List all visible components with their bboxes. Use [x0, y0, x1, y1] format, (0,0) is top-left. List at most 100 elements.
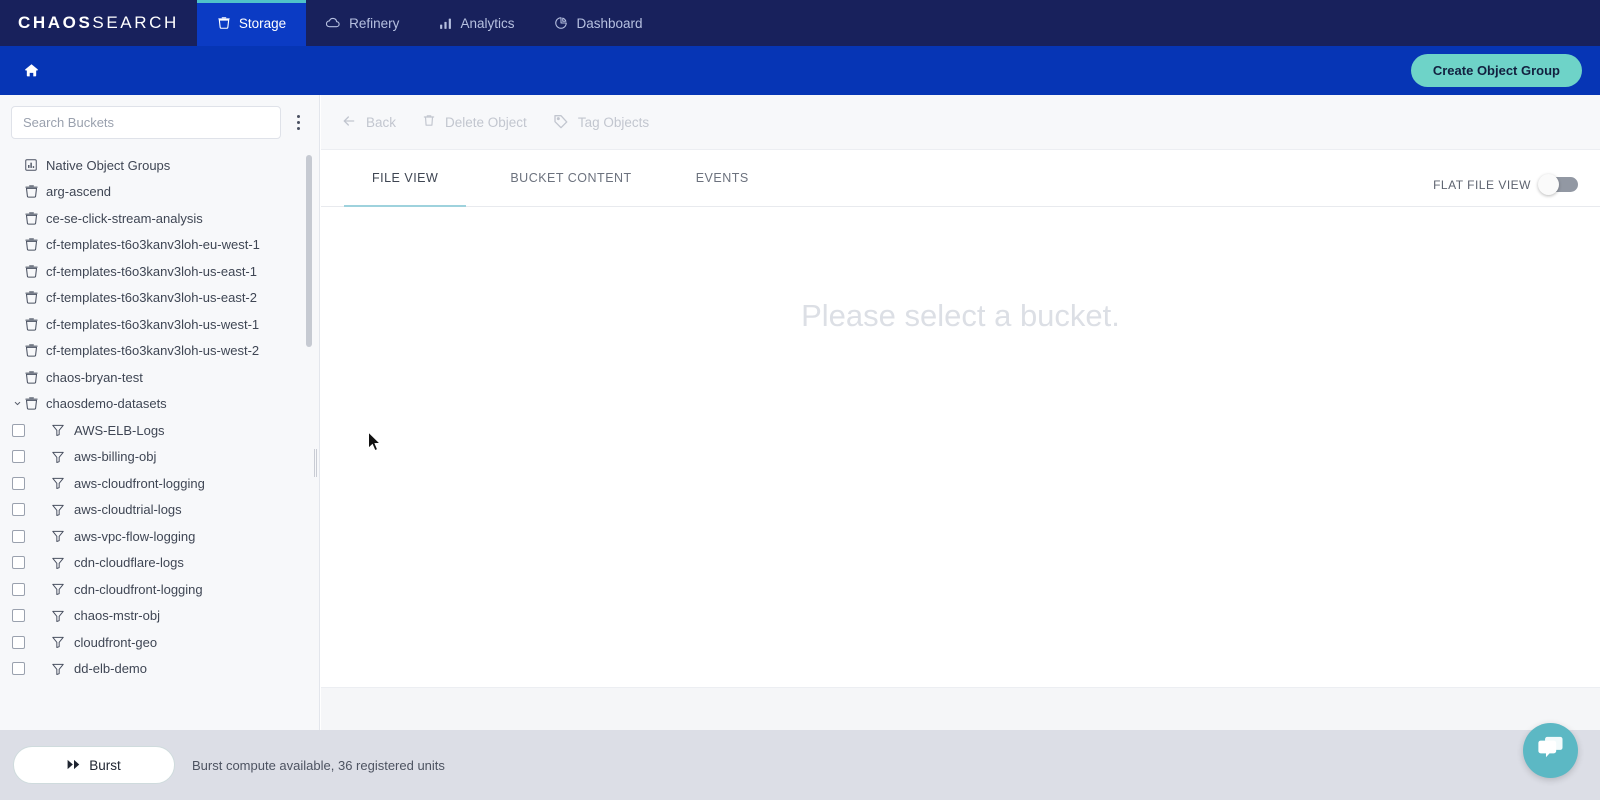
bucket-child-item[interactable]: dd-elb-demo — [0, 656, 319, 683]
bucket-child-item[interactable]: cdn-cloudflare-logs — [0, 550, 319, 577]
pie-chart-icon — [554, 16, 568, 30]
bucket-item-checkbox[interactable] — [12, 529, 25, 543]
filter-icon — [51, 529, 71, 543]
bucket-item-label: aws-billing-obj — [74, 449, 157, 465]
search-buckets-input[interactable] — [11, 106, 281, 139]
app-root: CHAOS SEARCH Storage Refinery Analytics … — [0, 0, 1600, 800]
bucket-item[interactable]: chaosdemo-datasets — [0, 391, 319, 418]
bucket-icon — [24, 396, 43, 411]
bucket-child-item[interactable]: cloudfront-geo — [0, 629, 319, 656]
bucket-item-label: aws-vpc-flow-logging — [74, 528, 196, 544]
bucket-item[interactable]: cf-templates-t6o3kanv3loh-us-west-2 — [0, 338, 319, 365]
bucket-item[interactable]: arg-ascend — [0, 179, 319, 206]
more-vertical-icon[interactable] — [287, 108, 309, 138]
chat-bubble-icon — [1537, 735, 1565, 766]
filter-icon — [51, 556, 71, 570]
bucket-icon — [24, 343, 43, 358]
home-icon[interactable] — [18, 58, 44, 84]
bucket-child-item[interactable]: cdn-cloudfront-logging — [0, 576, 319, 603]
chart-square-icon — [24, 158, 43, 172]
trash-icon — [422, 113, 436, 131]
filter-icon — [51, 423, 71, 437]
bucket-child-item[interactable]: chaos-mstr-obj — [0, 603, 319, 630]
flat-file-view-control: FLAT FILE VIEW — [1433, 174, 1578, 195]
bucket-child-item[interactable]: aws-billing-obj — [0, 444, 319, 471]
nav-tab-analytics-label: Analytics — [460, 15, 515, 31]
bucket-item-label: cf-templates-t6o3kanv3loh-us-west-2 — [46, 343, 260, 359]
toggle-knob — [1538, 174, 1559, 195]
bucket-item-checkbox[interactable] — [12, 556, 25, 570]
app-logo[interactable]: CHAOS SEARCH — [0, 0, 197, 46]
sidebar-search-row — [0, 95, 319, 149]
bucket-list[interactable]: Native Object Groups arg-ascend ce-se-clic… — [0, 149, 319, 689]
nav-tab-dashboard-label: Dashboard — [576, 15, 643, 31]
filter-icon — [51, 450, 71, 464]
bucket-item[interactable]: cf-templates-t6o3kanv3loh-eu-west-1 — [0, 232, 319, 259]
flat-file-view-toggle[interactable] — [1538, 174, 1578, 195]
delete-object-button[interactable]: Delete Object — [422, 113, 527, 131]
fast-forward-icon — [67, 758, 81, 773]
bucket-item-checkbox[interactable] — [12, 423, 25, 437]
bucket-item-checkbox[interactable] — [12, 476, 25, 490]
tab-bucket-content[interactable]: BUCKET CONTENT — [490, 150, 651, 206]
bucket-item-label: arg-ascend — [46, 184, 112, 200]
bucket-icon — [24, 370, 43, 385]
burst-button-label: Burst — [89, 757, 121, 773]
filter-icon — [51, 662, 71, 676]
bucket-child-item[interactable]: aws-vpc-flow-logging — [0, 523, 319, 550]
cloud-icon — [326, 16, 341, 31]
bucket-item-label: cf-templates-t6o3kanv3loh-us-east-2 — [46, 290, 257, 306]
bottom-status-bar: Burst Burst compute available, 36 regist… — [0, 730, 1600, 800]
sub-toolbar: Create Object Group — [0, 46, 1600, 95]
sidebar-scrollbar-thumb[interactable] — [306, 155, 312, 347]
sidebar-resize-handle[interactable] — [313, 449, 318, 477]
tag-objects-button[interactable]: Tag Objects — [553, 113, 649, 132]
filter-icon — [51, 609, 71, 623]
sidebar-scrollbar[interactable] — [306, 149, 312, 689]
logo-search: SEARCH — [92, 13, 179, 32]
bucket-item[interactable]: cf-templates-t6o3kanv3loh-us-west-1 — [0, 311, 319, 338]
nav-tab-storage[interactable]: Storage — [196, 0, 307, 46]
bucket-item-checkbox[interactable] — [12, 503, 25, 517]
chat-widget-button[interactable] — [1523, 723, 1578, 778]
bucket-item-checkbox[interactable] — [12, 662, 25, 676]
bar-chart-icon — [439, 17, 452, 30]
bucket-item[interactable]: Native Object Groups — [0, 152, 319, 179]
create-object-group-button[interactable]: Create Object Group — [1410, 54, 1582, 87]
tab-file-view[interactable]: FILE VIEW — [344, 150, 467, 207]
bucket-icon — [24, 211, 43, 226]
nav-tab-analytics[interactable]: Analytics — [419, 0, 534, 46]
bucket-item-label: cf-templates-t6o3kanv3loh-us-east-1 — [46, 263, 257, 279]
bucket-item-label: aws-cloudtrial-logs — [74, 502, 182, 518]
bucket-item-checkbox[interactable] — [12, 450, 25, 464]
nav-tab-refinery[interactable]: Refinery — [306, 0, 419, 46]
bucket-item-checkbox[interactable] — [12, 582, 25, 596]
bucket-item-label: dd-elb-demo — [74, 661, 147, 677]
bucket-item-checkbox[interactable] — [12, 635, 25, 649]
bucket-item[interactable]: ce-se-click-stream-analysis — [0, 205, 319, 232]
empty-state-message: Please select a bucket. — [801, 298, 1120, 333]
bucket-item-label: ce-se-click-stream-analysis — [46, 210, 203, 226]
chevron-down-icon[interactable] — [11, 399, 23, 408]
main-panel: Back Delete Object Tag Objects FILE VIEW… — [321, 95, 1600, 730]
view-tabs: FILE VIEW BUCKET CONTENT EVENTS FLAT FIL… — [321, 150, 1600, 207]
bucket-item[interactable]: cf-templates-t6o3kanv3loh-us-east-1 — [0, 258, 319, 285]
bucket-item[interactable]: chaos-bryan-test — [0, 364, 319, 391]
bucket-child-item[interactable]: AWS-ELB-Logs — [0, 417, 319, 444]
nav-tab-refinery-label: Refinery — [349, 15, 400, 31]
main-panel-footer — [321, 687, 1600, 730]
bucket-child-item[interactable]: aws-cloudtrial-logs — [0, 497, 319, 524]
filter-icon — [51, 476, 71, 490]
nav-tab-dashboard[interactable]: Dashboard — [534, 0, 662, 46]
bucket-child-item[interactable]: aws-cloudfront-logging — [0, 470, 319, 497]
bucket-item[interactable]: cf-templates-t6o3kanv3loh-us-east-2 — [0, 285, 319, 312]
tab-events[interactable]: EVENTS — [676, 150, 769, 206]
top-navigation-bar: CHAOS SEARCH Storage Refinery Analytics … — [0, 0, 1600, 46]
bucket-item-label: AWS-ELB-Logs — [74, 422, 165, 438]
nav-tab-storage-label: Storage — [238, 15, 287, 31]
back-button[interactable]: Back — [341, 113, 396, 132]
flat-file-view-label: FLAT FILE VIEW — [1433, 177, 1531, 192]
bucket-item-checkbox[interactable] — [12, 609, 25, 623]
burst-button[interactable]: Burst — [13, 746, 175, 784]
filter-icon — [51, 635, 71, 649]
